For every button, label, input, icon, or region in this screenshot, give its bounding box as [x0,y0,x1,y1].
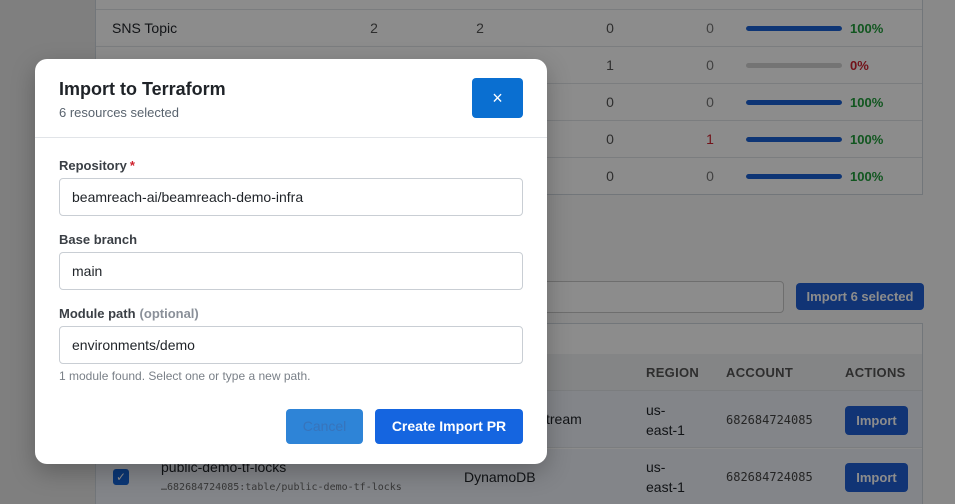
module-path-label-text: Module path [59,306,136,321]
cancel-button[interactable]: Cancel [286,409,363,444]
required-marker: * [129,158,135,173]
optional-tag: (optional) [139,306,199,321]
modal-title: Import to Terraform [59,79,226,99]
module-path-input[interactable] [59,326,523,364]
module-path-help-text: 1 module found. Select one or type a new… [59,369,311,383]
header-divider [35,137,547,138]
repository-label: Repository * [59,158,135,173]
create-import-pr-button[interactable]: Create Import PR [375,409,523,444]
modal-subtitle: 6 resources selected [59,105,179,120]
close-button[interactable]: × [472,78,523,118]
repository-input[interactable] [59,178,523,216]
import-terraform-modal: Import to Terraform 6 resources selected… [35,59,547,464]
close-icon: × [492,88,503,108]
base-branch-label: Base branch [59,232,138,247]
repository-label-text: Repository [59,158,127,173]
base-branch-input[interactable] [59,252,523,290]
module-path-label: Module path (optional) [59,306,199,321]
